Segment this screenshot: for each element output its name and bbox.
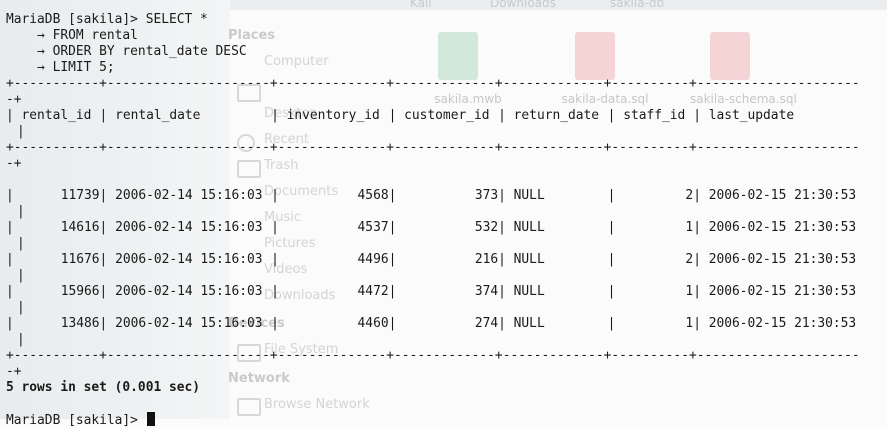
table-cell-last-update: 2006-02-15 21:30:53 (708, 284, 857, 299)
wrap-marker: | (17, 204, 25, 219)
table-row: | 15966 | 2006-02-14 15:16:03 | 4472 | 374 |… (6, 284, 887, 300)
table-border-bottom: +-----------+---------------------+-----… (6, 348, 860, 363)
wrap-marker: | (17, 332, 25, 347)
wrap-marker: | (17, 236, 25, 251)
query-line-2: → FROM rental (6, 28, 138, 43)
col-header: staff_id (623, 108, 686, 123)
table-cell-rental-id: 11739 (60, 188, 100, 203)
col-header: return_date (513, 108, 600, 123)
table-cell-inventory-id: 4568 (357, 188, 389, 203)
table-cell-inventory-id: 4472 (357, 284, 389, 299)
table-cell-rental-date: 2006-02-14 15:16:03 (115, 284, 263, 299)
col-header: last_update (708, 108, 795, 123)
wrap-marker: | (17, 300, 25, 315)
table-cell-last-update: 2006-02-15 21:30:53 (708, 252, 857, 267)
table-cell-staff-id: 2 (685, 252, 694, 267)
table-header-row: | rental_id | rental_date | inventory_id… (6, 108, 887, 124)
table-border-mid: +-----------+---------------------+-----… (6, 140, 860, 155)
table-cell-inventory-id: 4537 (357, 220, 389, 235)
table-cell-customer-id: 274 (474, 316, 499, 331)
table-cell-rental-date: 2006-02-14 15:16:03 (115, 252, 263, 267)
col-header: inventory_id (286, 108, 380, 123)
query-line-1: MariaDB [sakila]> SELECT * (6, 12, 887, 28)
table-cell-inventory-id: 4496 (357, 252, 389, 267)
table-border-tail: -+ (6, 156, 22, 171)
table-border-top: +-----------+---------------------+-----… (6, 76, 860, 91)
table-cell-rental-id: 13486 (60, 316, 100, 331)
table-border-tail: -+ (6, 92, 22, 107)
table-cell-last-update: 2006-02-15 21:30:53 (708, 188, 857, 203)
table-cell-rental-id: 11676 (60, 252, 100, 267)
query-line-3: → ORDER BY rental_date DESC (6, 44, 247, 59)
prompt: MariaDB [sakila]> (6, 413, 146, 428)
table-cell-customer-id: 216 (474, 252, 499, 267)
wrap-marker: | (17, 268, 25, 283)
table-cell-customer-id: 374 (474, 284, 499, 299)
result-summary: 5 rows in set (0.001 sec) (6, 380, 201, 395)
query-text: SELECT * (145, 12, 208, 27)
prompt: MariaDB [sakila]> (6, 12, 146, 27)
table-cell-rental-date: 2006-02-14 15:16:03 (115, 220, 263, 235)
table-cell-rental-date: 2006-02-14 15:16:03 (115, 316, 263, 331)
col-header: customer_id (404, 108, 490, 123)
table-border-tail: -+ (6, 364, 22, 379)
table-cell-rental-id: 15966 (60, 284, 100, 299)
table-cell-staff-id: 2 (685, 188, 694, 203)
query-line-4: → LIMIT 5; (6, 60, 115, 75)
table-row: | 14616 | 2006-02-14 15:16:03 | 4537 | 532 |… (6, 220, 887, 236)
table-cell-rental-id: 14616 (60, 220, 100, 235)
table-row: | 11676 | 2006-02-14 15:16:03 | 4496 | 216 |… (6, 252, 887, 268)
table-cell-return-date: NULL (513, 316, 545, 331)
table-cell-rental-date: 2006-02-14 15:16:03 (115, 188, 263, 203)
table-row: | 13486 | 2006-02-14 15:16:03 | 4460 | 274 |… (6, 316, 887, 332)
col-header: rental_date (115, 108, 201, 123)
table-body: | 11739 | 2006-02-14 15:16:03 | 4568 | 373 |… (6, 188, 887, 348)
text-cursor (146, 412, 155, 426)
table-cell-return-date: NULL (513, 252, 545, 267)
final-prompt-line[interactable]: MariaDB [sakila]> (6, 412, 887, 428)
table-cell-inventory-id: 4460 (357, 316, 389, 331)
terminal-output[interactable]: MariaDB [sakila]> SELECT * → FROM rental… (0, 0, 887, 428)
table-row: | 11739 | 2006-02-14 15:16:03 | 4568 | 373 |… (6, 188, 887, 204)
table-cell-return-date: NULL (513, 284, 545, 299)
table-cell-return-date: NULL (513, 220, 545, 235)
col-header: rental_id (21, 108, 92, 123)
table-cell-return-date: NULL (513, 188, 545, 203)
table-cell-staff-id: 1 (685, 284, 694, 299)
wrap-marker: | (17, 124, 25, 139)
table-cell-staff-id: 1 (685, 316, 694, 331)
table-cell-last-update: 2006-02-15 21:30:53 (708, 220, 857, 235)
table-cell-staff-id: 1 (685, 220, 694, 235)
table-cell-customer-id: 532 (474, 220, 499, 235)
table-cell-last-update: 2006-02-15 21:30:53 (708, 316, 857, 331)
table-cell-customer-id: 373 (474, 188, 499, 203)
